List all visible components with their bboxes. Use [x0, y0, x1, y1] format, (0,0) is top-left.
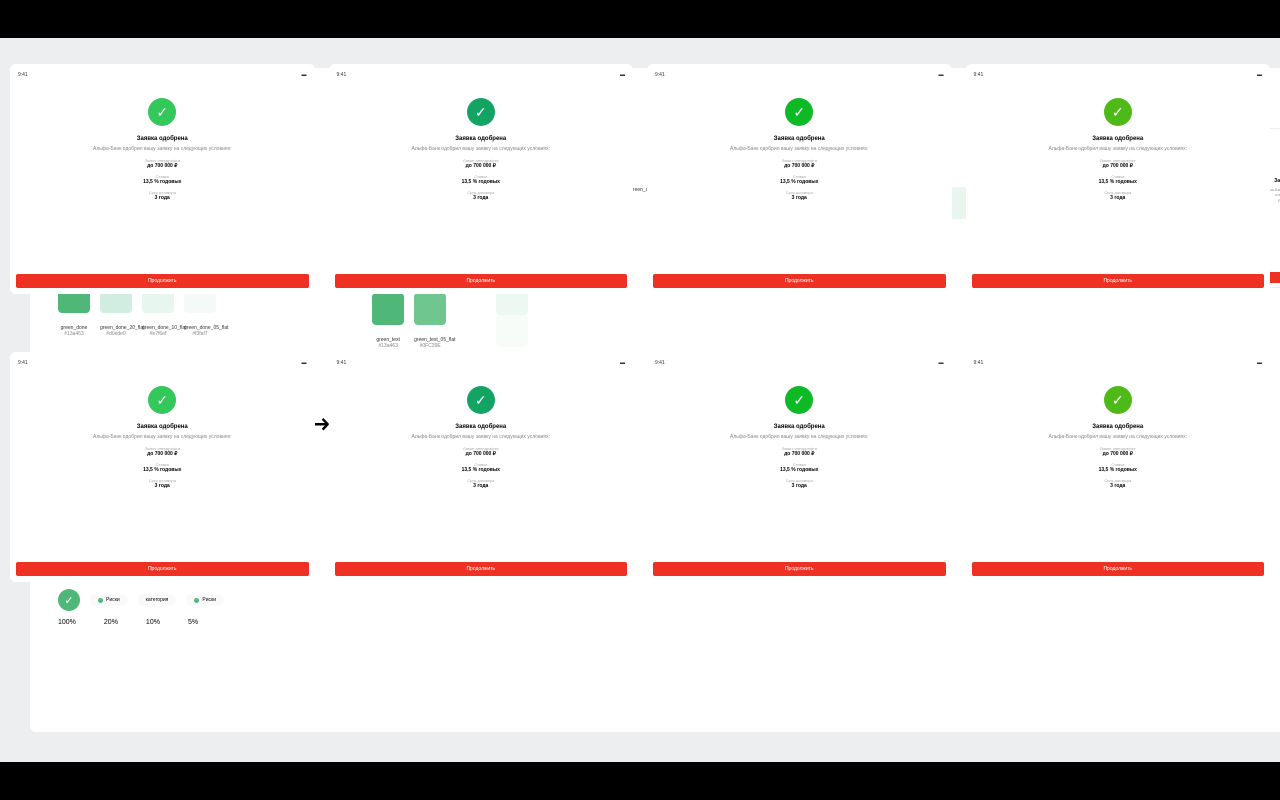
swatch: [496, 315, 528, 347]
phone-mockup: 9:41▬ ✓ Заявка одобрена Альфа-Банк одобр…: [966, 352, 1271, 582]
phone-mockup: 9:41▬ ✓ Заявка одобрена Альфа-Банк одобр…: [10, 352, 315, 582]
continue-button[interactable]: Продолжить: [972, 274, 1265, 288]
pill: Риски: [186, 594, 224, 606]
continue-button[interactable]: Продолжить: [16, 274, 309, 288]
check-circle-icon: ✓: [148, 386, 176, 414]
phone-mockup: 9:41▬ ✓ Заявка одобрена Альфа-Банк одобр…: [647, 352, 952, 582]
swatch: [372, 293, 404, 325]
signal-icon: ▬: [1257, 360, 1262, 366]
check-circle-icon: ✓: [1104, 98, 1132, 126]
continue-button[interactable]: Продолжить: [16, 562, 309, 576]
signal-icon: ▬: [620, 72, 625, 78]
continue-button[interactable]: Продолжить: [653, 562, 946, 576]
pill: Риски: [90, 594, 128, 606]
continue-button[interactable]: Продолжить: [972, 562, 1265, 576]
phone-mockup: 9:41▬ ✓ Заявка одобрена Альфа-Банк одобр…: [329, 64, 634, 294]
check-circle-icon: ✓: [467, 386, 495, 414]
check-circle-icon: ✓: [148, 98, 176, 126]
phone-mockup: 9:41▬ ✓ Заявка одобрена Альфа-Банк одобр…: [966, 64, 1271, 294]
check-circle-icon: ✓: [58, 589, 80, 611]
phone-mockup: 9:41▬ ✓ Заявка одобрена Альфа-Банк одобр…: [10, 64, 315, 294]
phone-mockup: 9:41▬ ✓ Заявка одобрена Альфа-Банк одобр…: [329, 352, 634, 582]
signal-icon: ▬: [302, 360, 307, 366]
signal-icon: ▬: [939, 360, 944, 366]
continue-button[interactable]: Продолжить: [653, 274, 946, 288]
check-circle-icon: ✓: [467, 98, 495, 126]
check-circle-icon: ✓: [1104, 386, 1132, 414]
continue-button[interactable]: Продолжить: [335, 562, 628, 576]
pill: категория: [138, 594, 177, 606]
signal-icon: ▬: [1257, 72, 1262, 78]
continue-button[interactable]: Продолжить: [335, 274, 628, 288]
signal-icon: ▬: [939, 72, 944, 78]
check-circle-icon: ✓: [785, 386, 813, 414]
signal-icon: ▬: [302, 72, 307, 78]
check-circle-icon: ✓: [785, 98, 813, 126]
swatch: [414, 293, 446, 325]
phone-mockup: 9:41▬ ✓ Заявка одобрена Альфа-Банк одобр…: [647, 64, 952, 294]
signal-icon: ▬: [620, 360, 625, 366]
